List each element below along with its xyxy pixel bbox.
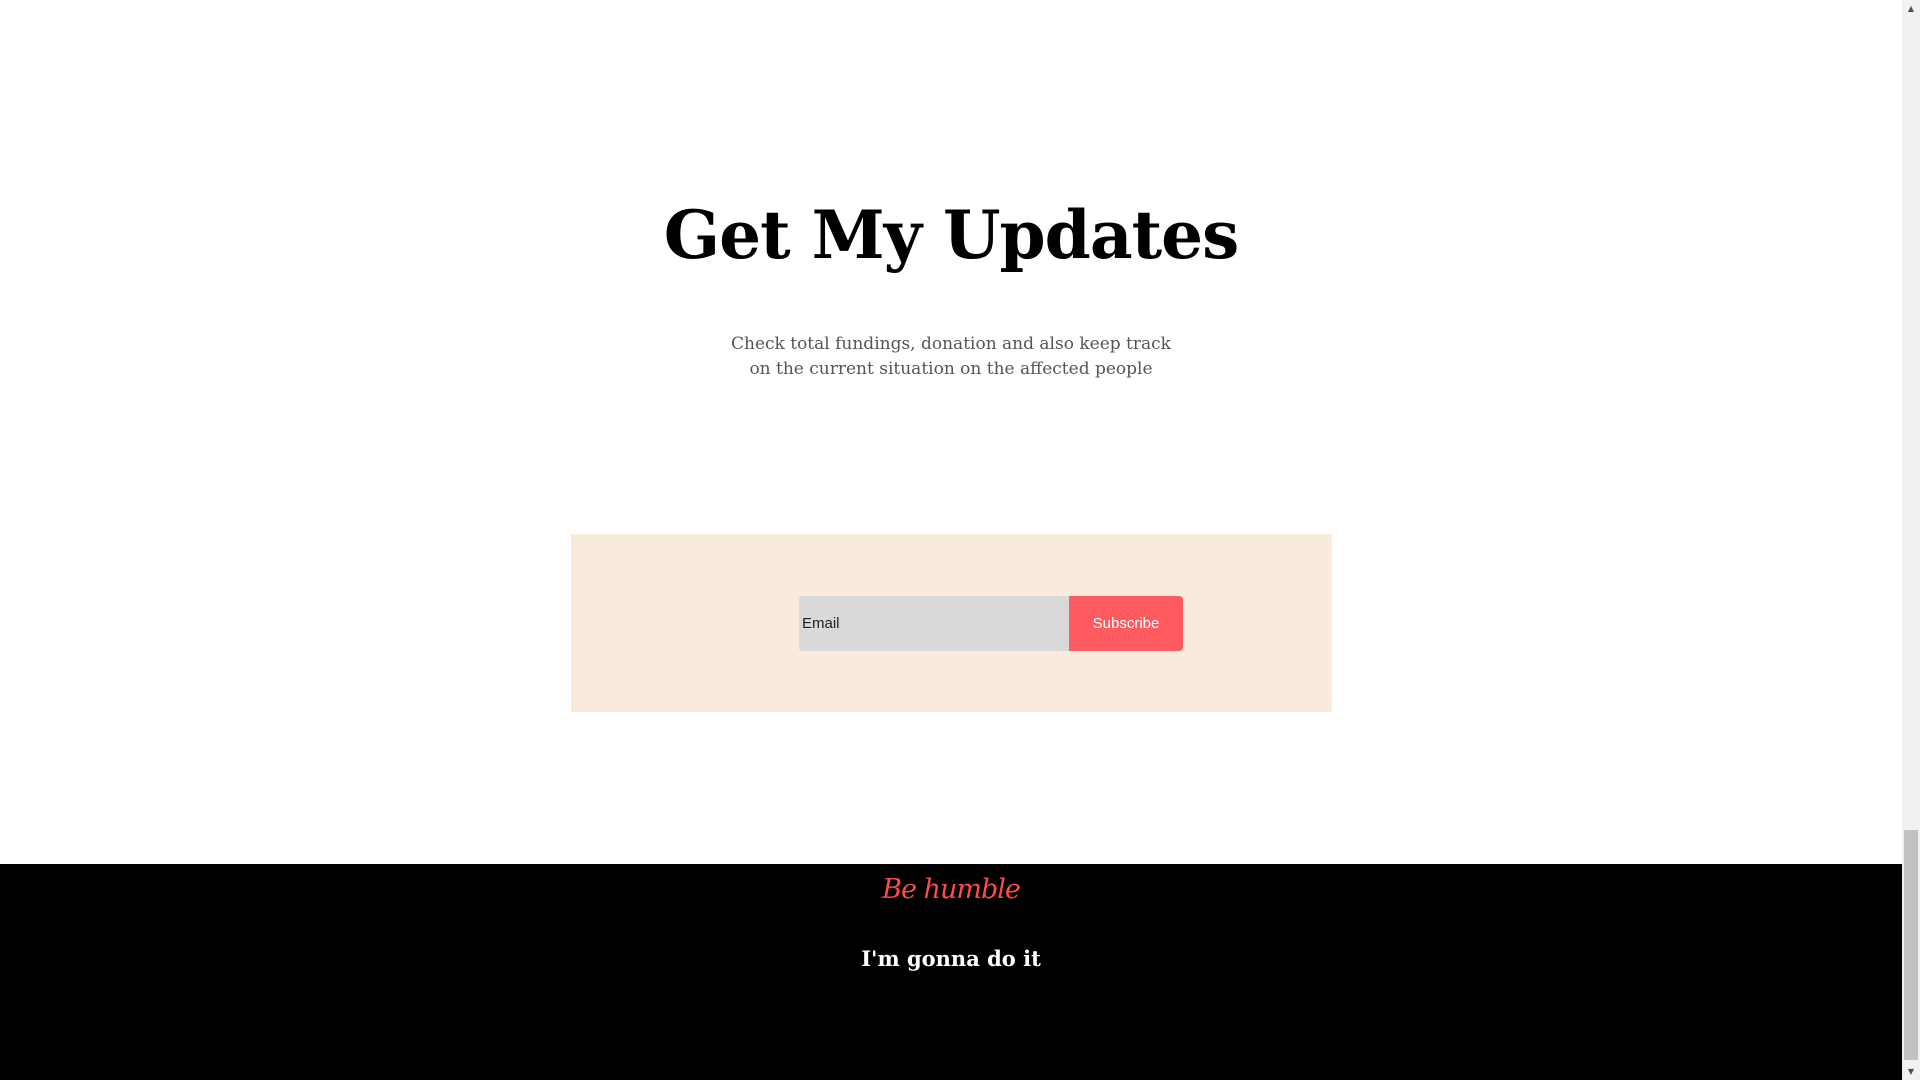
- page: Get My Updates Check total fundings, don…: [0, 0, 1920, 1080]
- footer: Be humble I'm gonna do it: [0, 864, 1902, 1080]
- footer-tagline: I'm gonna do it: [861, 946, 1041, 971]
- chevron-up-icon[interactable]: ▲: [1902, 0, 1920, 17]
- updates-description-line-1: Check total fundings, donation and also …: [731, 334, 1171, 354]
- page-title: Get My Updates: [663, 196, 1239, 274]
- footer-logo[interactable]: Be humble: [0, 872, 1902, 908]
- vertical-scrollbar[interactable]: ▲ ▼: [1902, 0, 1920, 1080]
- email-field[interactable]: [799, 596, 1069, 651]
- subscribe-panel: Subscribe: [571, 534, 1332, 712]
- updates-description-line-2: on the current situation on the affected…: [749, 359, 1153, 379]
- subscribe-button[interactable]: Subscribe: [1069, 596, 1183, 651]
- main-content: Get My Updates Check total fundings, don…: [0, 0, 1902, 864]
- scrollbar-thumb[interactable]: [1904, 830, 1918, 1060]
- updates-description: Check total fundings, donation and also …: [0, 332, 1902, 382]
- chevron-down-icon[interactable]: ▼: [1902, 1063, 1920, 1080]
